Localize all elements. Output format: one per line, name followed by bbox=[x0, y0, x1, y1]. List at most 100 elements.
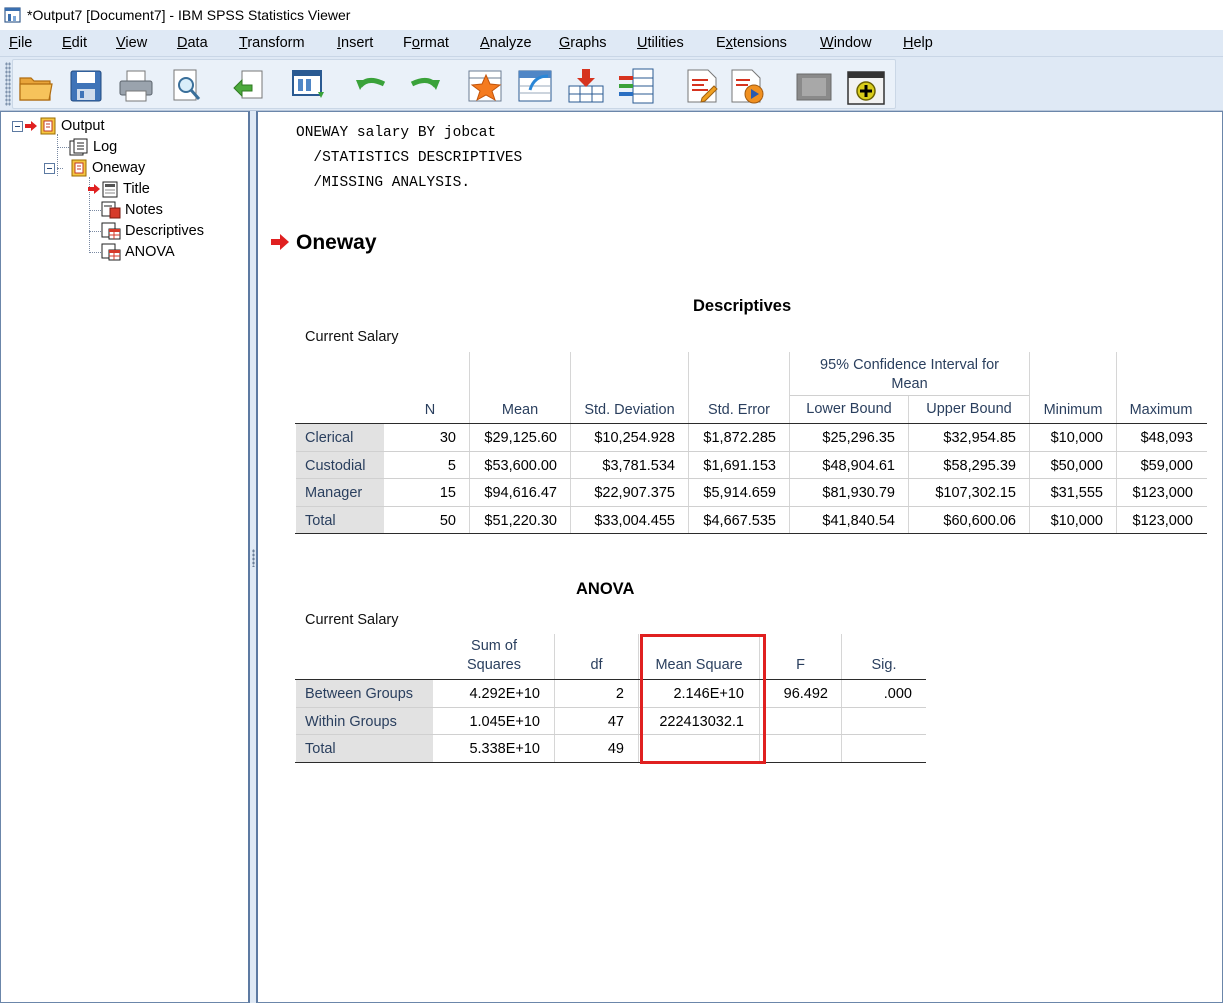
cell-mean: $29,125.60 bbox=[484, 430, 557, 446]
cell-mean: $53,600.00 bbox=[484, 458, 557, 474]
menu-view[interactable]: View bbox=[116, 35, 147, 51]
cell-n: 50 bbox=[439, 513, 456, 529]
cell-mean: $51,220.30 bbox=[484, 513, 557, 529]
redo-icon[interactable] bbox=[404, 66, 444, 106]
bottom-rule bbox=[295, 762, 926, 763]
cell-n: 15 bbox=[439, 485, 456, 501]
cell-sum-of-squares: 5.338E+10 bbox=[469, 741, 540, 757]
header-upper-bound: Upper Bound bbox=[926, 401, 1012, 417]
designate-window-icon[interactable] bbox=[846, 66, 886, 106]
tree-node-descriptives[interactable]: Descriptives bbox=[101, 221, 204, 241]
cell-std-deviation: $3,781.534 bbox=[602, 458, 675, 474]
tree-node-output[interactable]: Output bbox=[12, 116, 105, 136]
cell-std-error: $1,691.153 bbox=[703, 458, 776, 474]
goto-case-icon[interactable] bbox=[516, 66, 556, 106]
cell-std-error: $5,914.659 bbox=[703, 485, 776, 501]
collapse-icon[interactable] bbox=[12, 120, 23, 132]
tree-node-log[interactable]: Log bbox=[69, 137, 117, 157]
grid-line bbox=[296, 451, 1207, 452]
menu-extensions[interactable]: Extensions bbox=[716, 35, 787, 51]
cell-sig: .000 bbox=[883, 686, 912, 702]
print-icon[interactable] bbox=[116, 66, 156, 106]
variables-icon[interactable] bbox=[616, 66, 656, 106]
header-std-deviation: Std. Deviation bbox=[584, 402, 675, 418]
title-bar: *Output7 [Document7] - IBM SPSS Statisti… bbox=[0, 0, 1223, 30]
cell-sum-of-squares: 1.045E+10 bbox=[469, 714, 540, 730]
header-ci-line1: 95% Confidence Interval for bbox=[820, 357, 999, 373]
tree-connector bbox=[57, 147, 69, 148]
descriptives-table-title: Descriptives bbox=[693, 297, 792, 315]
current-item-arrow-icon bbox=[271, 234, 289, 250]
cell-std-error: $4,667.535 bbox=[703, 513, 776, 529]
print-preview-icon[interactable] bbox=[166, 66, 206, 106]
run-script-icon[interactable] bbox=[728, 66, 768, 106]
cell-minimum: $10,000 bbox=[1050, 430, 1103, 446]
menu-data[interactable]: Data bbox=[177, 35, 208, 51]
menu-window[interactable]: Window bbox=[820, 35, 872, 51]
procedure-book-icon bbox=[71, 159, 87, 177]
recall-dialog-icon[interactable] bbox=[290, 66, 330, 106]
cell-lower-bound: $41,840.54 bbox=[822, 513, 895, 529]
tree-label-log: Log bbox=[93, 139, 118, 155]
menu-format[interactable]: Format bbox=[403, 35, 449, 51]
disabled-icon[interactable] bbox=[794, 66, 834, 106]
cell-n: 5 bbox=[447, 458, 456, 474]
splitter-grip[interactable] bbox=[252, 549, 255, 567]
header-lower-bound: Lower Bound bbox=[806, 401, 892, 417]
cell-lower-bound: $25,296.35 bbox=[822, 430, 895, 446]
cell-df: 49 bbox=[607, 741, 624, 757]
export-icon[interactable] bbox=[228, 66, 268, 106]
cell-minimum: $31,555 bbox=[1050, 485, 1103, 501]
output-content-pane[interactable] bbox=[256, 111, 1223, 1003]
insert-cases-icon[interactable] bbox=[566, 66, 606, 106]
cell-upper-bound: $58,295.39 bbox=[943, 458, 1016, 474]
cell-maximum: $123,000 bbox=[1132, 485, 1193, 501]
cell-n: 30 bbox=[439, 430, 456, 446]
grid-line bbox=[790, 395, 1029, 396]
descriptives-table-subtitle: Current Salary bbox=[305, 329, 399, 345]
header-std-error: Std. Error bbox=[707, 402, 771, 418]
notes-icon bbox=[101, 201, 121, 219]
tree-node-title[interactable]: Title bbox=[88, 179, 150, 199]
tree-node-oneway[interactable]: Oneway bbox=[44, 158, 145, 178]
current-item-arrow-icon bbox=[25, 121, 37, 131]
syntax-line: ONEWAY salary BY jobcat bbox=[296, 125, 497, 141]
toolbar-grip[interactable] bbox=[5, 62, 11, 106]
syntax-line: /STATISTICS DESCRIPTIVES bbox=[296, 150, 523, 166]
tree-node-notes[interactable]: Notes bbox=[101, 200, 163, 220]
header-maximum: Maximum bbox=[1129, 402, 1193, 418]
window-title: *Output7 [Document7] - IBM SPSS Statisti… bbox=[27, 7, 351, 23]
menu-insert[interactable]: Insert bbox=[337, 35, 373, 51]
undo-icon[interactable] bbox=[352, 66, 392, 106]
tree-connector bbox=[89, 231, 101, 232]
tree-connector bbox=[89, 252, 101, 253]
cell-minimum: $50,000 bbox=[1050, 458, 1103, 474]
menu-analyze[interactable]: Analyze bbox=[480, 35, 532, 51]
header-ci-line2: Mean bbox=[891, 376, 928, 392]
cell-lower-bound: $81,930.79 bbox=[822, 485, 895, 501]
save-icon[interactable] bbox=[66, 66, 106, 106]
toolbar bbox=[0, 57, 1223, 111]
menu-utilities[interactable]: Utilities bbox=[637, 35, 684, 51]
menu-file[interactable]: File bbox=[9, 35, 32, 51]
tree-label-oneway: Oneway bbox=[92, 160, 146, 176]
tree-label-descriptives: Descriptives bbox=[125, 223, 204, 239]
tree-node-anova[interactable]: ANOVA bbox=[101, 242, 175, 262]
menu-edit[interactable]: Edit bbox=[62, 35, 87, 51]
row-label: Total bbox=[305, 741, 336, 757]
syntax-editor-icon[interactable] bbox=[682, 66, 722, 106]
menu-transform[interactable]: Transform bbox=[239, 35, 305, 51]
cell-std-deviation: $33,004.455 bbox=[594, 513, 675, 529]
syntax-line: /MISSING ANALYSIS. bbox=[296, 175, 471, 191]
menu-help[interactable]: Help bbox=[903, 35, 933, 51]
grid-line bbox=[296, 734, 926, 735]
grid-line bbox=[296, 478, 1207, 479]
cell-minimum: $10,000 bbox=[1050, 513, 1103, 529]
log-icon bbox=[69, 138, 88, 156]
table-lock-icon bbox=[101, 222, 121, 240]
collapse-icon[interactable] bbox=[44, 162, 55, 174]
procedure-heading[interactable]: Oneway bbox=[296, 231, 377, 255]
menu-graphs[interactable]: Graphs bbox=[559, 35, 607, 51]
open-folder-icon[interactable] bbox=[16, 66, 56, 106]
goto-data-icon[interactable] bbox=[466, 66, 506, 106]
